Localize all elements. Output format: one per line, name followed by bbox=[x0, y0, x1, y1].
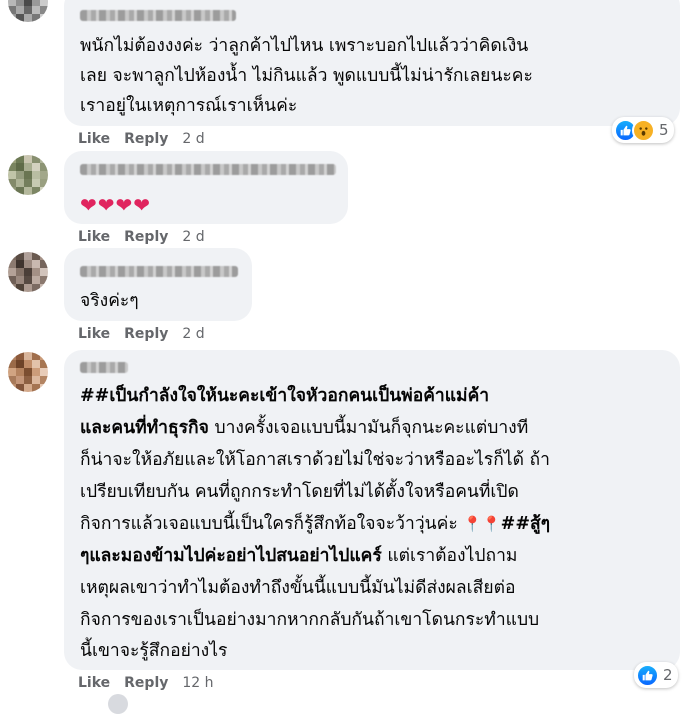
timestamp[interactable]: 12 h bbox=[182, 675, 213, 691]
comment-text: กิจการแล้วเจอแบบนี้เป็นใครก็รู้สึกท้อใจจ… bbox=[80, 514, 464, 534]
reaction-summary[interactable]: 5 bbox=[612, 117, 674, 143]
comment-actions: Like Reply 12 h bbox=[78, 675, 214, 691]
commenter-name-blurred[interactable] bbox=[80, 362, 128, 373]
comment-text-bold: ##เป็นกำลังใจให้นะคะเข้าใจหัวอกคนเป็นพ่อ… bbox=[80, 386, 490, 406]
comment-text: ❤❤❤❤ bbox=[80, 193, 152, 217]
comment-text-line: นี้เขาจะรู้สึกอย่างไร bbox=[80, 641, 228, 661]
reply-button[interactable]: Reply bbox=[124, 675, 168, 691]
commenter-name-blurred[interactable] bbox=[80, 164, 336, 175]
comment-text: จริงค่ะๆ bbox=[80, 291, 139, 311]
comment-text-line: เหตุผลเขาว่าทำไมต้องทำถึงขั้นนี้แบบนี้มั… bbox=[80, 578, 516, 598]
comment-text-line: เลย จะพาลูกไปห้องน้ำ ไม่กินแล้ว พูดแบบนี… bbox=[80, 66, 533, 86]
timestamp[interactable]: 2 d bbox=[182, 131, 204, 147]
comment-text: บางครั้งเจอแบบนี้มามันก็จุกนะคะแต่บางที bbox=[208, 418, 529, 438]
wow-icon bbox=[632, 118, 655, 142]
comment-text-line: เปรียบเทียบกัน คนที่ถูกกระทำโดยที่ไม่ได้… bbox=[80, 482, 519, 502]
comment-actions: Like Reply 2 d bbox=[78, 229, 205, 245]
reply-button[interactable]: Reply bbox=[124, 229, 168, 245]
reaction-count: 2 bbox=[663, 666, 673, 684]
comment-text-bold: ##สู้ๆ bbox=[500, 514, 551, 534]
reply-button[interactable]: Reply bbox=[124, 131, 168, 147]
comment-text-line: และคนที่ทำธุรกิจ บางครั้งเจอแบบนี้มามันก… bbox=[80, 413, 528, 443]
like-button[interactable]: Like bbox=[78, 131, 110, 147]
reply-button[interactable]: Reply bbox=[124, 326, 168, 342]
comment-text-bold: และคนที่ทำธุรกิจ bbox=[80, 418, 209, 438]
comment-text-line: เราอยู่ในเหตุการณ์เราเห็นค่ะ bbox=[80, 96, 298, 116]
like-button[interactable]: Like bbox=[78, 326, 110, 342]
comment-text-line: ##เป็นกำลังใจให้นะคะเข้าใจหัวอกคนเป็นพ่อ… bbox=[80, 381, 489, 411]
reply-avatar bbox=[108, 694, 128, 714]
reaction-summary[interactable]: 2 bbox=[634, 662, 678, 688]
comment-text-line: กิจการของเราเป็นอย่างมากหากกลับกันถ้าเขา… bbox=[80, 610, 540, 630]
timestamp[interactable]: 2 d bbox=[182, 326, 204, 342]
comment-text-line: พนักไม่ต้องงงค่ะ ว่าลูกค้าไปไหน เพราะบอก… bbox=[80, 36, 529, 56]
like-button[interactable]: Like bbox=[78, 229, 110, 245]
comment-text-line: กิจการแล้วเจอแบบนี้เป็นใครก็รู้สึกท้อใจจ… bbox=[80, 509, 550, 539]
comment-text: แต่เราต้องไปถาม bbox=[381, 546, 518, 566]
pushpin-icon: 📍📍 bbox=[463, 515, 501, 533]
timestamp[interactable]: 2 d bbox=[182, 229, 204, 245]
like-icon bbox=[636, 663, 659, 687]
avatar[interactable] bbox=[8, 155, 48, 195]
commenter-name-blurred[interactable] bbox=[80, 266, 238, 277]
comment-text-line: ๆและมองข้ามไปค่ะอย่าไปสนอย่าไปแคร์ แต่เร… bbox=[80, 541, 517, 571]
comment-actions: Like Reply 2 d bbox=[78, 326, 205, 342]
comment-text-bold: ๆและมองข้ามไปค่ะอย่าไปสนอย่าไปแคร์ bbox=[80, 546, 382, 566]
avatar[interactable] bbox=[8, 252, 48, 292]
avatar[interactable] bbox=[8, 0, 48, 22]
commenter-name-blurred[interactable] bbox=[80, 10, 236, 21]
like-button[interactable]: Like bbox=[78, 675, 110, 691]
avatar[interactable] bbox=[8, 352, 48, 392]
comment-actions: Like Reply 2 d bbox=[78, 131, 205, 147]
comment-text-line: ก็น่าจะให้อภัยและให้โอกาสเราด้วยไม่ใช่จะ… bbox=[80, 450, 550, 470]
reaction-count: 5 bbox=[659, 121, 669, 139]
